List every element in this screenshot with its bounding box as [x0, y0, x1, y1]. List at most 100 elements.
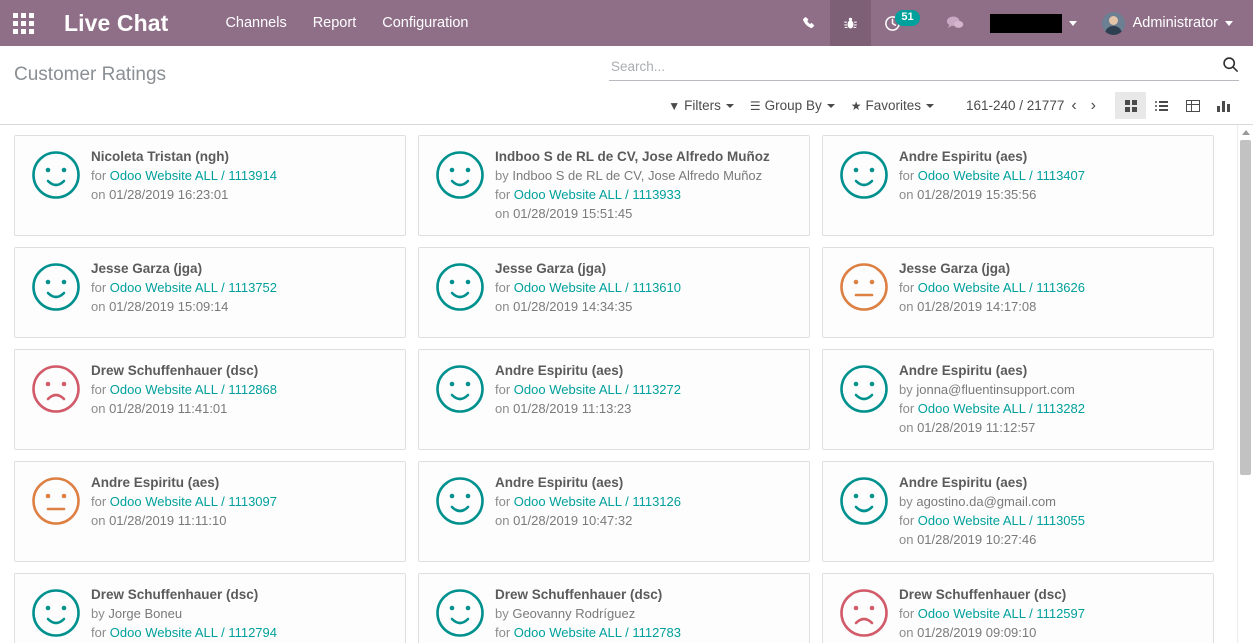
on-prefix: on [899, 420, 918, 435]
rating-date: 01/28/2019 11:13:23 [513, 401, 632, 416]
rating-channel-link[interactable]: Odoo Website ALL / 1112794 [110, 625, 277, 640]
rating-card[interactable]: Andre Espiritu (aes) for Odoo Website ALL… [418, 349, 810, 450]
rating-channel-link[interactable]: Odoo Website ALL / 1113626 [918, 280, 1085, 295]
on-prefix: on [899, 625, 918, 640]
on-prefix: on [899, 532, 918, 547]
view-button-pivot[interactable] [1177, 92, 1208, 119]
rating-happy-face-icon [435, 150, 485, 225]
rating-operator-name: Drew Schuffenhauer (dsc) [91, 587, 259, 602]
filters-dropdown[interactable]: ▼ Filters [668, 98, 734, 113]
rating-card[interactable]: Andre Espiritu (aes) for Odoo Website ALL… [822, 135, 1214, 236]
search-icon[interactable] [1222, 56, 1239, 77]
redacted-systray-item[interactable] [977, 0, 1090, 46]
apps-menu-button[interactable] [0, 0, 46, 46]
rating-channel-link[interactable]: Odoo Website ALL / 1113933 [514, 187, 681, 202]
rating-card-body: Andre Espiritu (aes) for Odoo Website ALL… [495, 472, 681, 551]
control-panel-actions: ▼ Filters ☰ Group By ★ Favorites 161-240… [609, 92, 1239, 119]
rating-channel-link[interactable]: Odoo Website ALL / 1113914 [110, 168, 277, 183]
rating-channel-link[interactable]: Odoo Website ALL / 1113610 [514, 280, 681, 295]
rating-happy-face-icon [839, 476, 889, 551]
filter-funnel-icon: ▼ [668, 98, 681, 113]
group-by-dropdown[interactable]: ☰ Group By [750, 98, 835, 113]
for-prefix: for [91, 494, 110, 509]
for-prefix: for [91, 168, 110, 183]
menu-item-report[interactable]: Report [300, 0, 370, 46]
rating-channel-line: for Odoo Website ALL / 1113126 [495, 492, 681, 511]
rating-card[interactable]: Andre Espiritu (aes) for Odoo Website ALL… [418, 461, 810, 562]
rating-date-line: on 01/28/2019 11:12:57 [899, 418, 1085, 437]
rating-channel-line: for Odoo Website ALL / 1112783 [495, 623, 681, 642]
user-menu[interactable]: Administrator [1090, 0, 1239, 46]
rating-date: 01/28/2019 14:17:08 [917, 299, 1037, 314]
list-icon [1155, 100, 1168, 111]
rating-operator-name: Indboo S de RL de CV, Jose Alfredo Muñoz [495, 149, 770, 164]
rating-card[interactable]: Drew Schuffenhauer (dsc) for Odoo Website… [822, 573, 1214, 643]
rating-channel-line: for Odoo Website ALL / 1112794 [91, 623, 277, 642]
rating-card[interactable]: Drew Schuffenhauer (dsc) by Jorge Boneu fo… [14, 573, 406, 643]
rating-card-body: Nicoleta Tristan (ngh) for Odoo Website A… [91, 146, 277, 225]
rating-channel-link[interactable]: Odoo Website ALL / 1113126 [514, 494, 681, 509]
rating-card[interactable]: Andre Espiritu (aes) by jonna@fluentinsup… [822, 349, 1214, 450]
app-brand[interactable]: Live Chat [64, 10, 168, 37]
rating-channel-link[interactable]: Odoo Website ALL / 1112597 [918, 606, 1085, 621]
rating-card-body: Drew Schuffenhauer (dsc) for Odoo Website… [91, 360, 277, 439]
rating-card[interactable]: Drew Schuffenhauer (dsc) by Geovanny Rodr… [418, 573, 810, 643]
rating-author: Geovanny Rodríguez [512, 606, 636, 621]
menu-item-configuration[interactable]: Configuration [369, 0, 481, 46]
search-input[interactable] [609, 58, 1222, 75]
view-button-kanban[interactable] [1115, 92, 1146, 119]
rating-channel-link[interactable]: Odoo Website ALL / 1112868 [110, 382, 277, 397]
rating-channel-link[interactable]: Odoo Website ALL / 1113272 [514, 382, 681, 397]
chevron-down-icon [1068, 20, 1077, 26]
rating-author-line: by Indboo S de RL de CV, Jose Alfredo Mu… [495, 166, 770, 185]
rating-card[interactable]: Jesse Garza (jga) for Odoo Website ALL / … [14, 247, 406, 338]
rating-date: 01/28/2019 10:27:46 [917, 532, 1037, 547]
by-prefix: by [899, 382, 917, 397]
activity-clock-icon[interactable]: 51 [871, 0, 932, 46]
rating-author-line: by Jorge Boneu [91, 604, 277, 623]
pager-previous-button[interactable]: ‹ [1064, 97, 1083, 114]
rating-channel-link[interactable]: Odoo Website ALL / 1113097 [110, 494, 277, 509]
rating-happy-face-icon [435, 364, 485, 439]
view-button-graph[interactable] [1208, 92, 1239, 119]
rating-channel-link[interactable]: Odoo Website ALL / 1112783 [514, 625, 681, 640]
rating-date-line: on 01/28/2019 14:17:08 [899, 297, 1085, 316]
favorites-dropdown[interactable]: ★ Favorites [851, 98, 934, 113]
rating-card[interactable]: Indboo S de RL de CV, Jose Alfredo Muñoz… [418, 135, 810, 236]
pager-value: 161-240 / 21777 [966, 98, 1065, 113]
rating-card[interactable]: Andre Espiritu (aes) by agostino.da@gmail… [822, 461, 1214, 562]
rating-card[interactable]: Jesse Garza (jga) for Odoo Website ALL / … [822, 247, 1214, 338]
rating-channel-line: for Odoo Website ALL / 1113914 [91, 166, 277, 185]
rating-card-body: Andre Espiritu (aes) for Odoo Website ALL… [899, 146, 1085, 225]
rating-sad-face-icon [31, 364, 81, 439]
rating-card[interactable]: Jesse Garza (jga) for Odoo Website ALL / … [418, 247, 810, 338]
rating-happy-face-icon [839, 150, 889, 225]
pivot-table-icon [1185, 99, 1200, 112]
view-button-list[interactable] [1146, 92, 1177, 119]
phone-icon[interactable] [789, 0, 830, 46]
rating-operator-name: Andre Espiritu (aes) [495, 363, 624, 378]
menu-item-channels[interactable]: Channels [212, 0, 299, 46]
rating-channel-line: for Odoo Website ALL / 1113626 [899, 278, 1085, 297]
rating-date-line: on 01/28/2019 09:09:10 [899, 623, 1085, 642]
vertical-scrollbar[interactable] [1237, 125, 1253, 643]
on-prefix: on [91, 187, 110, 202]
rating-date-line: on 01/28/2019 11:13:23 [495, 399, 681, 418]
scrollbar-thumb[interactable] [1240, 140, 1251, 475]
rating-channel-link[interactable]: Odoo Website ALL / 1113752 [110, 280, 277, 295]
rating-channel-link[interactable]: Odoo Website ALL / 1113282 [918, 401, 1085, 416]
rating-date-line: on 01/28/2019 09:39:50 [91, 642, 277, 643]
messages-icon[interactable] [933, 0, 977, 46]
chevron-down-icon [926, 103, 934, 108]
pager-next-button[interactable]: › [1084, 97, 1103, 114]
rating-channel-link[interactable]: Odoo Website ALL / 1113055 [918, 513, 1085, 528]
rating-channel-link[interactable]: Odoo Website ALL / 1113407 [918, 168, 1085, 183]
rating-card[interactable]: Andre Espiritu (aes) for Odoo Website ALL… [14, 461, 406, 562]
rating-operator-name: Jesse Garza (jga) [899, 261, 1011, 276]
rating-date: 01/28/2019 15:51:45 [513, 206, 633, 221]
bug-icon[interactable] [830, 0, 872, 46]
rating-card[interactable]: Nicoleta Tristan (ngh) for Odoo Website A… [14, 135, 406, 236]
rating-card[interactable]: Drew Schuffenhauer (dsc) for Odoo Website… [14, 349, 406, 450]
scroll-up-arrow-icon[interactable] [1238, 125, 1253, 140]
scrollbar-track[interactable] [1240, 140, 1251, 643]
